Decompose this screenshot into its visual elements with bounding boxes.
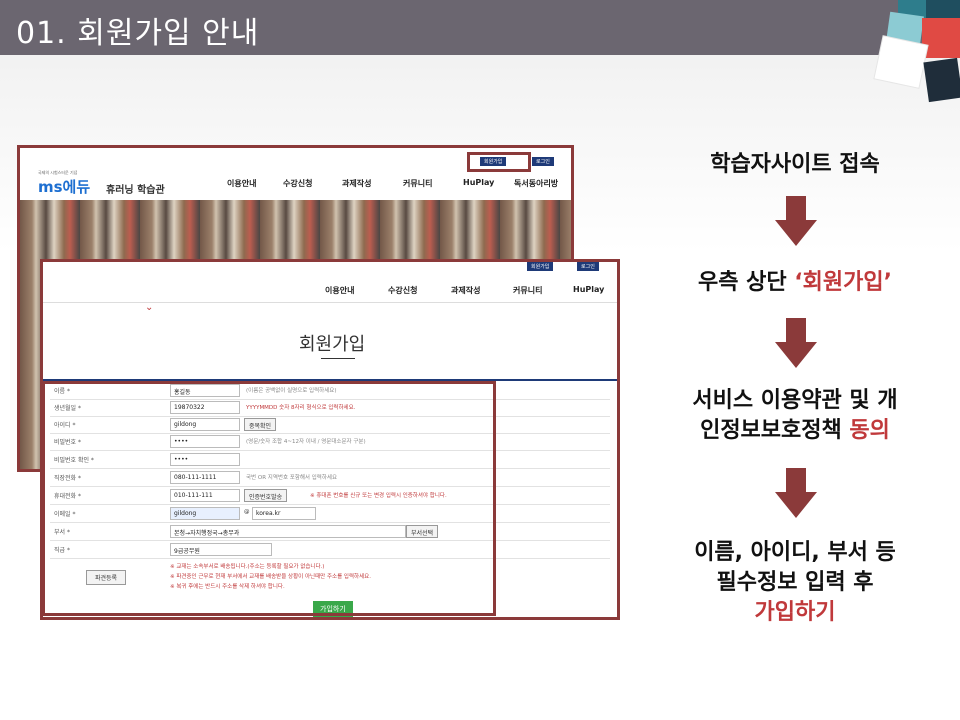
step-1-text: 학습자사이트 접속 [710, 152, 880, 177]
step-4: 이름, 아이디, 부서 등 필수정보 입력 후 가입하기 [640, 538, 950, 628]
signup-top-button[interactable]: 회원가입 [527, 262, 554, 271]
step-4-line-1: 이름, 아이디, 부서 등 [694, 540, 896, 565]
step-3-highlight: 동의 [849, 418, 890, 443]
signup-top-button[interactable]: 회원가입 [480, 157, 507, 166]
nav-community[interactable]: 커뮤니티 [513, 285, 542, 296]
nav-community[interactable]: 커뮤니티 [403, 178, 432, 189]
nav-assignment[interactable]: 과제작성 [451, 285, 480, 296]
title-bar: 01. 회원가입 안내 [0, 0, 960, 55]
login-top-button[interactable]: 로그인 [532, 157, 554, 166]
step-2-highlight: ‘회원가입’ [794, 270, 892, 295]
down-arrow-icon [775, 468, 817, 518]
logo-brand[interactable]: ms에듀 [38, 176, 90, 197]
step-2: 우측 상단 ‘회원가입’ [640, 268, 950, 298]
nav-huplay[interactable]: HuPlay [463, 178, 494, 187]
nav-reading-club[interactable]: 독서동아리방 [514, 178, 558, 189]
nav-assignment[interactable]: 과제작성 [342, 178, 371, 189]
decorative-squares [873, 0, 960, 103]
logo-name: 휴러닝 학습관 [106, 185, 165, 196]
step-3-line-2: 인정보보호정책 [700, 418, 850, 443]
step-4-line-2: 필수정보 입력 후 [716, 570, 874, 595]
login-top-button[interactable]: 로그인 [577, 262, 599, 271]
nav-guide[interactable]: 이용안내 [227, 178, 256, 189]
nav-enroll[interactable]: 수강신청 [283, 178, 312, 189]
step-3-line-1: 서비스 이용약관 및 개 [692, 388, 898, 413]
chevron-down-icon: ⌄ [145, 302, 154, 313]
step-2-text: 우측 상단 [698, 270, 795, 295]
nav-guide[interactable]: 이용안내 [325, 285, 354, 296]
slide-title: 01. 회원가입 안내 [16, 16, 260, 51]
form-highlight-box [42, 381, 496, 616]
down-arrow-icon [775, 318, 817, 368]
step-3: 서비스 이용약관 및 개 인정보보호정책 동의 [640, 386, 950, 446]
nav-huplay[interactable]: HuPlay [573, 285, 604, 294]
page-heading: 회원가입 [299, 334, 366, 355]
nav-enroll[interactable]: 수강신청 [388, 285, 417, 296]
step-1: 학습자사이트 접속 [640, 150, 950, 180]
down-arrow-icon [775, 196, 817, 246]
step-4-highlight: 가입하기 [754, 600, 836, 625]
